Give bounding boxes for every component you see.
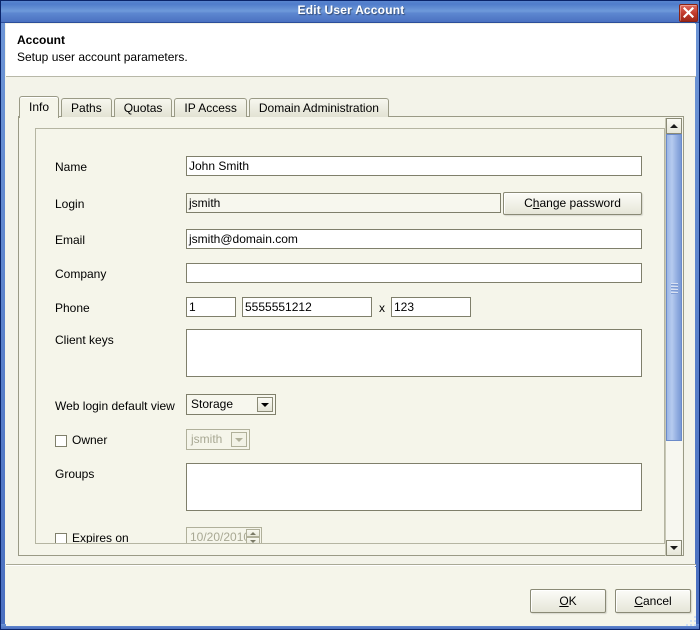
- change-password-label-part1: C: [524, 196, 533, 210]
- client-keys-textarea[interactable]: [186, 329, 642, 377]
- form-row-owner: Owner jsmith: [36, 429, 664, 454]
- name-input[interactable]: John Smith: [186, 156, 642, 176]
- owner-checkbox[interactable]: [55, 435, 67, 447]
- tab-info[interactable]: Info: [19, 96, 60, 118]
- scrollbar-grip-icon: [671, 282, 678, 294]
- change-password-label-part2: ange password: [539, 196, 621, 210]
- name-label: Name: [55, 160, 88, 174]
- tab-bar: Info Paths Quotas IP Access Domain Admin…: [19, 95, 391, 118]
- phone-extension-separator: x: [379, 301, 385, 315]
- dialog-footer: OK Cancel: [6, 567, 696, 626]
- ok-label-rest: K: [568, 594, 577, 608]
- groups-textarea[interactable]: [186, 463, 642, 511]
- cancel-label-rest: ancel: [642, 594, 672, 608]
- tab-domain-administration[interactable]: Domain Administration: [248, 98, 389, 117]
- expires-on-date-spinner: 10/20/2010: [186, 527, 262, 544]
- change-password-button[interactable]: Change password: [503, 192, 642, 215]
- groups-label: Groups: [55, 467, 95, 481]
- owner-value: jsmith: [191, 432, 223, 446]
- tab-content-panel: Name John Smith Login jsmith Change pass…: [18, 116, 684, 556]
- form-row-name: Name John Smith: [36, 156, 664, 180]
- tab-paths[interactable]: Paths: [61, 98, 112, 117]
- footer-divider: [6, 564, 696, 566]
- scroll-down-arrow-icon[interactable]: [666, 540, 682, 556]
- ok-mnemonic: O: [559, 594, 569, 608]
- window-frame-left: [1, 23, 5, 629]
- page-title: Account: [17, 33, 65, 47]
- expires-on-date-value: 10/20/2010: [190, 530, 251, 544]
- form-row-web-login-view: Web login default view Storage: [36, 394, 664, 419]
- scrollbar-thumb[interactable]: [666, 134, 682, 441]
- company-label: Company: [55, 267, 107, 281]
- form-row-expires-on: Expires on 10/20/2010: [36, 527, 664, 544]
- form-row-company: Company: [36, 263, 664, 287]
- email-label: Email: [55, 233, 86, 247]
- form-row-phone: Phone 1 5555551212 x 123: [36, 297, 664, 321]
- chevron-down-icon[interactable]: [257, 397, 273, 412]
- ok-button[interactable]: OK: [530, 589, 606, 613]
- form-row-groups: Groups: [36, 463, 664, 511]
- email-input[interactable]: jsmith@domain.com: [186, 229, 642, 249]
- phone-extension-input[interactable]: 123: [391, 297, 471, 317]
- phone-country-code-input[interactable]: 1: [186, 297, 236, 317]
- phone-label: Phone: [55, 301, 90, 315]
- login-input[interactable]: jsmith: [186, 193, 501, 213]
- web-login-view-combo[interactable]: Storage: [186, 394, 276, 415]
- window-title: Edit User Account: [297, 3, 405, 17]
- client-keys-label: Client keys: [55, 333, 114, 347]
- company-input[interactable]: [186, 263, 642, 283]
- expires-on-checkbox[interactable]: [55, 533, 67, 543]
- title-bar[interactable]: Edit User Account: [1, 1, 699, 23]
- form-row-client-keys: Client keys: [36, 329, 664, 377]
- tab-quotas[interactable]: Quotas: [113, 98, 173, 117]
- expires-on-label[interactable]: Expires on: [72, 531, 129, 543]
- web-login-view-label: Web login default view: [55, 399, 175, 413]
- form-row-email: Email jsmith@domain.com: [36, 229, 664, 253]
- resize-grip[interactable]: [684, 614, 696, 626]
- phone-number-input[interactable]: 5555551212: [242, 297, 372, 317]
- window-frame-right: [695, 23, 699, 629]
- tab-ip-access[interactable]: IP Access: [174, 98, 247, 117]
- scrollbar-track[interactable]: [666, 134, 682, 540]
- page-subtitle: Setup user account parameters.: [17, 50, 188, 64]
- close-icon[interactable]: [679, 4, 698, 22]
- owner-label[interactable]: Owner: [72, 433, 107, 447]
- cancel-mnemonic: C: [634, 594, 643, 608]
- scroll-up-arrow-icon[interactable]: [666, 118, 682, 134]
- account-form-panel: Name John Smith Login jsmith Change pass…: [35, 128, 665, 544]
- web-login-view-value: Storage: [191, 397, 234, 411]
- cancel-button[interactable]: Cancel: [615, 589, 691, 613]
- close-x-glyph: [683, 7, 694, 18]
- spinner-up-icon: [246, 529, 260, 537]
- vertical-scrollbar[interactable]: [665, 118, 682, 556]
- spinner-down-icon: [246, 537, 260, 543]
- edit-user-account-dialog: Edit User Account Account Setup user acc…: [0, 0, 700, 630]
- form-row-login: Login jsmith Change password: [36, 192, 664, 217]
- login-label: Login: [55, 197, 85, 211]
- owner-combo: jsmith: [186, 429, 250, 450]
- spinner-buttons: [246, 529, 260, 543]
- chevron-down-icon: [231, 432, 247, 447]
- dialog-header: Account Setup user account parameters.: [6, 24, 696, 77]
